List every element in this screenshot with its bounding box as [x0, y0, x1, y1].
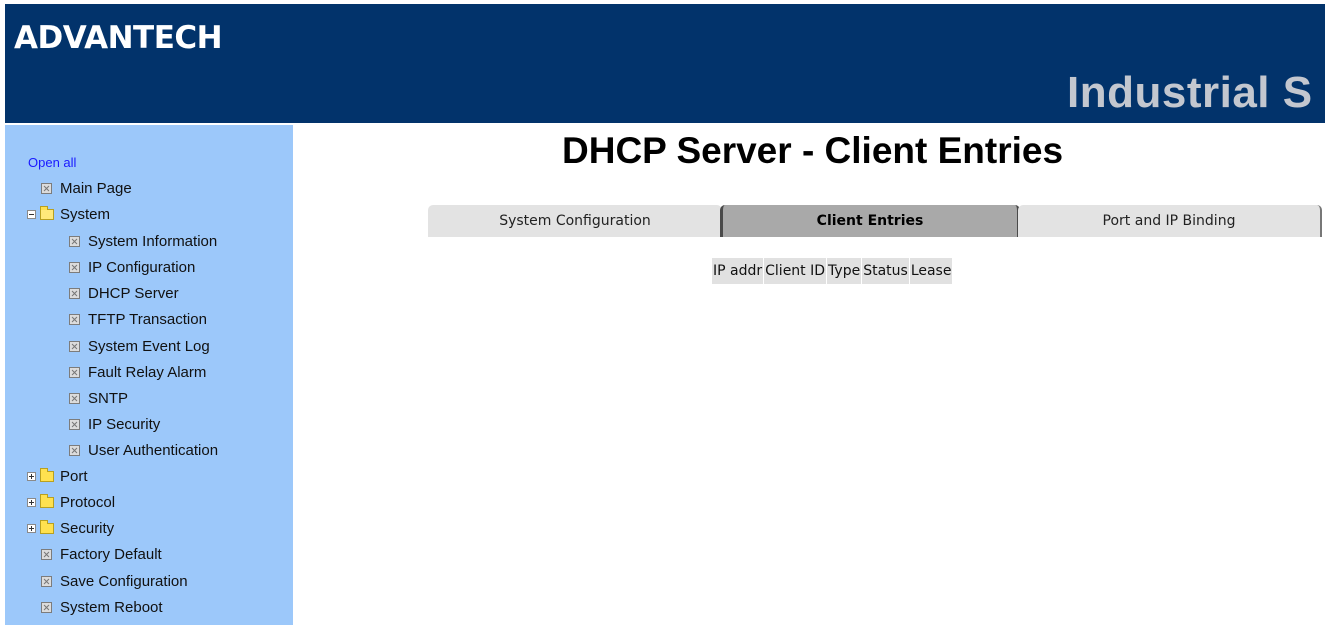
sidebar-item-label: Save Configuration — [60, 572, 188, 590]
sidebar-item-main-page[interactable]: Main Page — [41, 178, 132, 198]
collapse-icon[interactable] — [27, 209, 36, 219]
product-banner: Industrial S — [1067, 68, 1313, 117]
sidebar-item-label: System Reboot — [60, 598, 163, 616]
sidebar-item-system-information[interactable]: System Information — [69, 231, 217, 251]
sidebar-item-ip-configuration[interactable]: IP Configuration — [69, 257, 195, 277]
page-icon — [41, 182, 52, 194]
page-icon — [69, 261, 80, 273]
folder-icon — [40, 519, 54, 534]
sidebar-item-label: IP Security — [88, 415, 161, 433]
page-icon — [69, 235, 80, 247]
sidebar-item-label: Main Page — [60, 179, 132, 197]
open-all-link[interactable]: Open all — [28, 155, 76, 170]
sidebar-folder-security[interactable]: Security — [27, 518, 114, 538]
sidebar-item-factory-default[interactable]: Factory Default — [41, 544, 162, 564]
sidebar-item-label: TFTP Transaction — [88, 310, 207, 328]
sidebar-item-label: User Authentication — [88, 441, 219, 459]
page-icon — [41, 601, 52, 613]
page-icon — [69, 392, 80, 404]
expand-icon[interactable] — [27, 471, 36, 481]
column-header-client-id: Client ID — [763, 258, 828, 284]
page-icon — [69, 340, 80, 352]
tab-system-configuration[interactable]: System Configuration — [428, 205, 722, 237]
sidebar-folder-port[interactable]: Port — [27, 466, 88, 486]
sidebar-item-user-authentication[interactable]: User Authentication — [69, 440, 218, 460]
column-header-ip-addr: IP addr — [712, 258, 765, 284]
sidebar-item-label: Factory Default — [60, 545, 162, 563]
sidebar-item-sntp[interactable]: SNTP — [69, 388, 128, 408]
sidebar-item-dhcp-server[interactable]: DHCP Server — [69, 283, 179, 303]
sidebar-folder-protocol[interactable]: Protocol — [27, 492, 115, 512]
sidebar-nav-tree: Open all Main Page System System Informa… — [5, 125, 293, 625]
table-header-row: IP addr Client ID Type Status Lease — [712, 258, 954, 284]
column-header-lease: Lease — [909, 258, 954, 284]
sidebar-item-label: IP Configuration — [88, 258, 196, 276]
advantech-logo: ADVANTECH — [14, 20, 223, 56]
sidebar-item-label: System — [60, 205, 111, 223]
folder-icon — [40, 467, 54, 482]
open-folder-icon — [40, 205, 54, 220]
sidebar-item-system-reboot[interactable]: System Reboot — [41, 597, 163, 617]
page-icon — [41, 575, 52, 587]
expand-icon[interactable] — [27, 497, 36, 507]
page-icon — [41, 548, 52, 560]
header-bar: ADVANTECH Industrial S — [5, 4, 1325, 123]
tab-port-and-ip-binding[interactable]: Port and IP Binding — [1018, 205, 1322, 237]
sidebar-item-label: Security — [60, 519, 115, 537]
expand-icon[interactable] — [27, 523, 36, 533]
page-icon — [69, 313, 80, 325]
sidebar-item-label: DHCP Server — [88, 284, 179, 302]
sidebar-item-system-event-log[interactable]: System Event Log — [69, 336, 210, 356]
sidebar-item-ip-security[interactable]: IP Security — [69, 414, 160, 434]
column-header-status: Status — [861, 258, 910, 284]
column-header-type: Type — [826, 258, 863, 284]
page-title: DHCP Server - Client Entries — [562, 130, 1064, 171]
sidebar-item-label: System Event Log — [88, 337, 210, 355]
page-icon — [69, 444, 80, 456]
page-icon — [69, 418, 80, 430]
sidebar-item-label: SNTP — [88, 389, 129, 407]
page-icon — [69, 287, 80, 299]
sidebar-item-label: System Information — [88, 232, 218, 250]
folder-icon — [40, 493, 54, 508]
sidebar-item-label: Fault Relay Alarm — [88, 363, 207, 381]
client-entries-table: IP addr Client ID Type Status Lease — [712, 258, 954, 284]
page-icon — [69, 366, 80, 378]
sidebar-item-save-configuration[interactable]: Save Configuration — [41, 571, 188, 591]
sidebar-folder-system[interactable]: System — [27, 204, 110, 224]
tab-client-entries[interactable]: Client Entries — [720, 205, 1020, 237]
sidebar-item-label: Port — [60, 467, 88, 485]
sidebar-item-fault-relay-alarm[interactable]: Fault Relay Alarm — [69, 362, 206, 382]
sidebar-item-label: Protocol — [60, 493, 116, 511]
sidebar-item-tftp-transaction[interactable]: TFTP Transaction — [69, 309, 207, 329]
